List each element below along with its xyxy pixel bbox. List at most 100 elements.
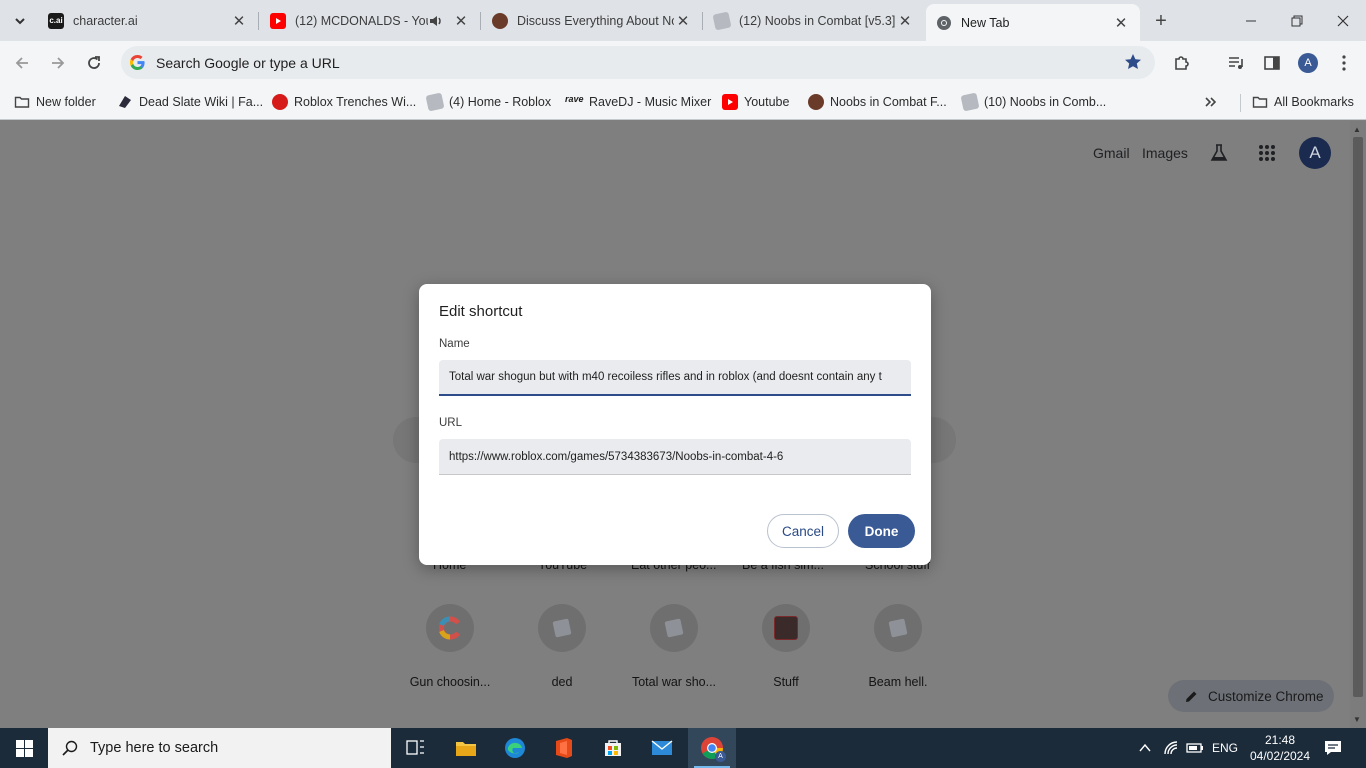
ravedj-icon: rave: [565, 94, 584, 104]
profile-badge: A: [715, 751, 726, 762]
scroll-up-icon[interactable]: ▲: [1353, 125, 1361, 134]
battery-button[interactable]: [1186, 728, 1204, 768]
taskbar-clock[interactable]: 21:48 04/02/2024: [1240, 732, 1320, 764]
done-button[interactable]: Done: [848, 514, 915, 548]
language-indicator[interactable]: ENG: [1212, 728, 1238, 768]
page-scrollbar[interactable]: ▲ ▼: [1350, 121, 1366, 728]
side-panel-button[interactable]: [1258, 49, 1286, 77]
tab-noobs-in-combat[interactable]: (12) Noobs in Combat [v5.3] ✕: [704, 0, 924, 41]
close-tab-icon[interactable]: ✕: [1112, 14, 1130, 32]
shortcut-tile[interactable]: Stuff: [730, 604, 842, 689]
url-input[interactable]: [439, 439, 911, 475]
bookmark-star-icon[interactable]: [1123, 52, 1143, 72]
tab-new-tab[interactable]: New Tab ✕: [926, 4, 1140, 41]
name-input[interactable]: [439, 360, 911, 396]
cancel-button[interactable]: Cancel: [767, 514, 839, 548]
fandom-icon: [119, 96, 131, 108]
store-icon: [605, 740, 621, 756]
account-avatar[interactable]: A: [1299, 137, 1331, 169]
show-hidden-icons-button[interactable]: [1138, 728, 1152, 768]
taskbar-chrome[interactable]: A: [688, 728, 736, 768]
roblox-icon: [664, 618, 684, 638]
bookmark-new-folder[interactable]: New folder: [14, 92, 96, 112]
forward-button[interactable]: [44, 49, 72, 77]
puzzle-icon: [1175, 56, 1189, 70]
tab-mcdonalds-youtube[interactable]: (12) MCDONALDS - YouTube ✕: [260, 0, 480, 41]
roblox-icon: [552, 618, 572, 638]
tab-character-ai[interactable]: c.ai character.ai ✕: [38, 0, 258, 41]
media-controls-button[interactable]: [1222, 49, 1250, 77]
roblox-icon: [888, 618, 908, 638]
shortcut-tile[interactable]: Beam hell.: [842, 604, 954, 689]
wiki-icon: [272, 94, 288, 110]
dialog-title: Edit shortcut: [439, 303, 523, 320]
images-link[interactable]: Images: [1142, 145, 1188, 161]
toolbar: Search Google or type a URL A: [0, 41, 1366, 85]
scroll-down-icon[interactable]: ▼: [1353, 715, 1361, 724]
c.ai-logo-icon: c.ai: [48, 12, 64, 29]
close-tab-icon[interactable]: ✕: [896, 12, 914, 30]
windows-taskbar: Type here to search A ENG 21:48 04/02/20…: [0, 728, 1366, 768]
taskbar-file-explorer[interactable]: [442, 728, 490, 768]
chrome-menu-button[interactable]: [1330, 49, 1358, 77]
bookmark-home-roblox[interactable]: (4) Home - Roblox: [425, 92, 551, 112]
reload-button[interactable]: [80, 49, 108, 77]
windows-logo-icon: [15, 739, 33, 757]
tab-search-button[interactable]: [6, 7, 34, 35]
all-bookmarks-button[interactable]: All Bookmarks: [1252, 92, 1354, 112]
close-window-button[interactable]: [1320, 0, 1366, 41]
name-label: Name: [439, 338, 470, 350]
labs-button[interactable]: [1205, 139, 1233, 167]
taskbar-search-box[interactable]: Type here to search: [48, 728, 391, 768]
bookmark-youtube[interactable]: Youtube: [722, 92, 789, 112]
edit-shortcut-dialog: Edit shortcut Name URL Cancel Done: [419, 284, 931, 565]
arrow-left-icon: [15, 57, 28, 69]
scrollbar-thumb[interactable]: [1353, 137, 1363, 697]
url-label: URL: [439, 417, 463, 429]
colorful-c-icon: [439, 616, 461, 640]
shortcut-tile[interactable]: Gun choosin...: [394, 604, 506, 689]
extensions-button[interactable]: [1168, 49, 1196, 77]
speaker-icon[interactable]: [428, 13, 444, 29]
close-tab-icon[interactable]: ✕: [230, 12, 248, 30]
notifications-button[interactable]: [1324, 728, 1342, 768]
bookmark-dead-slate-wiki[interactable]: Dead Slate Wiki | Fa...: [117, 92, 263, 112]
tab-discuss-everything[interactable]: Discuss Everything About Noobs in Combat…: [482, 0, 702, 41]
profile-button[interactable]: A: [1294, 49, 1322, 77]
google-apps-button[interactable]: [1253, 139, 1281, 167]
discussion-avatar-icon: [808, 94, 824, 110]
file-explorer-icon: [456, 742, 476, 756]
roblox-icon: [960, 92, 980, 112]
close-tab-icon[interactable]: ✕: [674, 12, 692, 30]
pencil-icon: [1186, 691, 1197, 702]
bookmark-noobs-in-combat[interactable]: (10) Noobs in Comb...: [960, 92, 1106, 112]
shortcut-tile[interactable]: ded: [506, 604, 618, 689]
notification-icon: [1325, 741, 1341, 755]
chrome-icon: [937, 15, 951, 30]
task-view-button[interactable]: [392, 728, 440, 768]
network-button[interactable]: [1163, 728, 1179, 768]
battery-icon: [1186, 743, 1203, 753]
taskbar-office[interactable]: [540, 728, 588, 768]
taskbar-store[interactable]: [589, 728, 637, 768]
restore-button[interactable]: [1274, 0, 1320, 41]
bookmarks-overflow-button[interactable]: [1204, 92, 1218, 112]
bookmark-roblox-trenches[interactable]: Roblox Trenches Wi...: [272, 92, 416, 112]
taskbar-mail[interactable]: [638, 728, 686, 768]
bookmark-noobs-in-combat-forum[interactable]: Noobs in Combat F...: [808, 92, 947, 112]
omnibox[interactable]: Search Google or type a URL: [121, 46, 1155, 79]
gmail-link[interactable]: Gmail: [1093, 145, 1130, 161]
google-g-icon: [129, 54, 145, 71]
new-tab-button[interactable]: +: [1148, 8, 1174, 34]
shortcut-tile[interactable]: Total war sho...: [618, 604, 730, 689]
bookmark-ravedj[interactable]: rave RaveDJ - Music Mixer: [565, 92, 711, 112]
customize-chrome-button[interactable]: Customize Chrome: [1168, 680, 1334, 712]
taskbar-edge[interactable]: [491, 728, 539, 768]
back-button[interactable]: [8, 49, 36, 77]
start-button[interactable]: [0, 728, 48, 768]
omnibox-placeholder: Search Google or type a URL: [156, 55, 340, 71]
minimize-button[interactable]: [1228, 0, 1274, 41]
roblox-icon: [712, 11, 732, 30]
bookmarks-bar: New folder Dead Slate Wiki | Fa... Roblo…: [0, 85, 1366, 120]
close-tab-icon[interactable]: ✕: [452, 12, 470, 30]
